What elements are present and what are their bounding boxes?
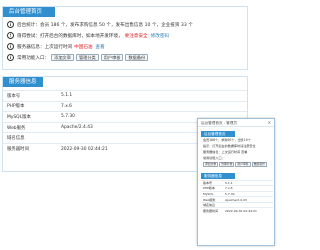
shortcuts-label: 常用功能入口： bbox=[17, 55, 50, 61]
shortcuts-row: i 常用功能入口： 添加文章 管理分类 用户审核 数据备份 bbox=[3, 52, 247, 63]
info-value: 2022-09-30 02:44:21 bbox=[225, 207, 273, 214]
info-icon: i bbox=[7, 43, 14, 50]
popup-button-add-article[interactable]: 添加文章 bbox=[203, 162, 219, 167]
stats-text: 后台统计：会员 186 个，发布求购信息 50 个，发布出售信息 10 个，企业… bbox=[17, 22, 193, 28]
popup-bar-text: 后台管理首页 - 管理员 bbox=[201, 121, 237, 125]
info-key: Web服务 bbox=[3, 121, 61, 133]
shortcut-buttons: 添加文章 管理分类 用户审核 数据备份 bbox=[49, 54, 149, 61]
warning-icon: ! bbox=[7, 32, 14, 39]
popup-body: 后台管理首页 会员186个，求购50个，出售10个 提示：打开后台的数据库时请注… bbox=[201, 131, 273, 214]
info-key: PHP版本 bbox=[3, 100, 61, 112]
shortcut-button-add-article[interactable]: 添加文章 bbox=[51, 54, 74, 61]
popup-button-manage-category[interactable]: 管理分类 bbox=[219, 162, 235, 167]
info-key: 域名信息 bbox=[3, 132, 61, 144]
server-text: 服务器信息：上次运行时间 bbox=[17, 44, 73, 50]
stats-row: i 后台统计：会员 186 个，发布求购信息 50 个，发布出售信息 10 个，… bbox=[3, 19, 247, 30]
info-value: 5.1.1 bbox=[61, 90, 247, 102]
popup-info-table: 版本号 5.1.1 PHP版本 7.x.6 MySQL 5.7.30 Web服务 Apa… bbox=[201, 179, 273, 214]
status-panel-title: 后台管理首页 bbox=[3, 7, 55, 17]
server-info-title: 服务器信息 bbox=[3, 77, 43, 87]
info-value: 7.x.6 bbox=[61, 100, 247, 112]
table-row: 服务器时间 2022-09-30 02:44:21 bbox=[201, 207, 273, 214]
status-panel: 后台管理首页 i 后台统计：会员 186 个，发布求购信息 50 个，发布出售信… bbox=[2, 6, 248, 70]
info-icon: i bbox=[7, 54, 14, 61]
table-row: 版本号 5.1.1 bbox=[3, 90, 247, 102]
server-highlight: 中国石油 bbox=[74, 44, 93, 50]
popup-shortcut-buttons: 添加文章 管理分类 用户审核 数据备份 bbox=[201, 162, 273, 167]
warning-text: 值得尝试：打开后台的数据库时，如本地开发环境， bbox=[17, 33, 123, 39]
server-view-link[interactable]: 查看 bbox=[96, 44, 105, 50]
shortcut-button-user-review[interactable]: 用户审核 bbox=[100, 54, 124, 61]
info-key: MySQL版本 bbox=[3, 111, 61, 123]
preview-popup: 后台管理首页 - 管理员 × 后台管理首页 会员186个，求购50个，出售10个… bbox=[197, 118, 275, 246]
popup-button-backup[interactable]: 数据备份 bbox=[251, 162, 267, 167]
change-password-link[interactable]: 修改密码 bbox=[151, 33, 169, 39]
table-row: PHP版本 7.x.6 bbox=[3, 100, 247, 112]
popup-section2-title: 服务器信息 bbox=[201, 172, 235, 179]
server-row: i 服务器信息：上次运行时间 中国石油 查看 bbox=[3, 41, 247, 52]
popup-line: 常用功能入口： bbox=[203, 156, 225, 160]
info-key: 服务器时间 bbox=[201, 207, 225, 214]
popup-button-user-review[interactable]: 用户审核 bbox=[235, 162, 251, 167]
info-icon: i bbox=[7, 21, 14, 28]
info-key: 版本号 bbox=[3, 90, 61, 102]
warning-highlight: 要注意安全 bbox=[124, 33, 148, 39]
info-key: 服务器时间 bbox=[3, 142, 61, 155]
close-icon[interactable]: × bbox=[268, 119, 271, 127]
warning-row: ! 值得尝试：打开后台的数据库时，如本地开发环境， 要注意安全 修改密码 bbox=[3, 30, 247, 41]
popup-title-bar: 后台管理首页 - 管理员 × bbox=[198, 119, 274, 127]
shortcut-button-manage-category[interactable]: 管理分类 bbox=[75, 54, 99, 61]
shortcut-button-backup[interactable]: 数据备份 bbox=[125, 54, 149, 61]
